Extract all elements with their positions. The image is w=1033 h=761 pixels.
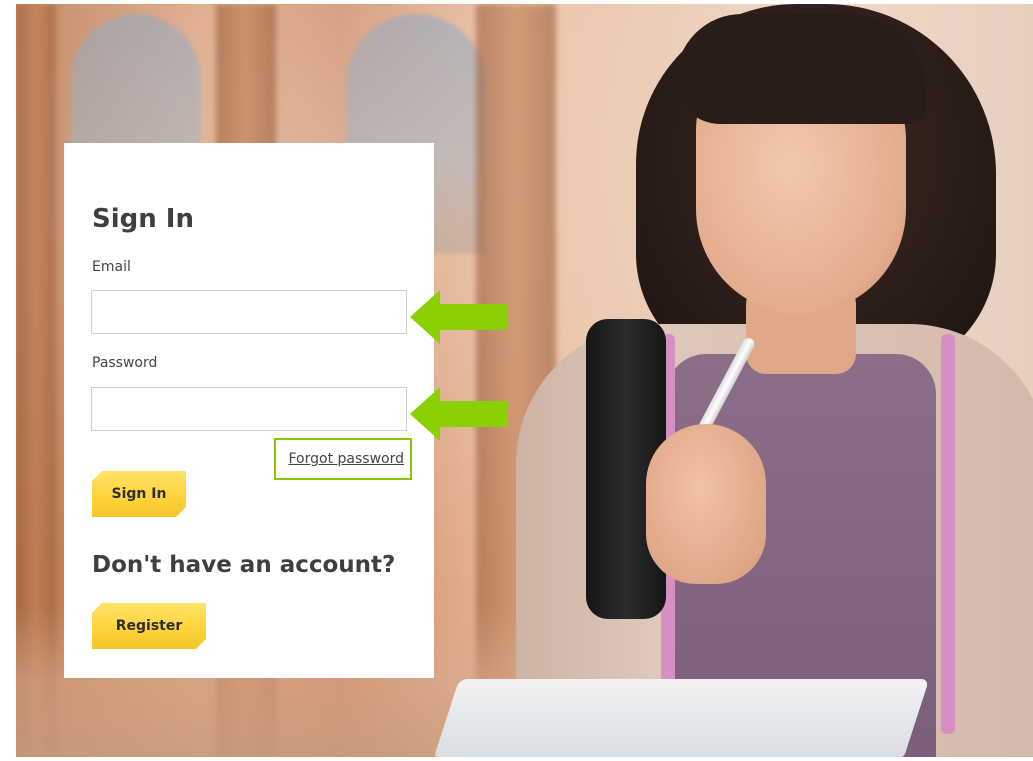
book	[432, 679, 930, 757]
register-button[interactable]: Register	[92, 603, 206, 649]
signin-button[interactable]: Sign In	[92, 471, 186, 517]
bangs	[676, 14, 926, 124]
email-field[interactable]	[91, 290, 407, 334]
forgot-password-highlight: Forgot password	[274, 438, 412, 480]
forgot-password-link[interactable]: Forgot password	[289, 451, 405, 467]
email-arrow-icon	[410, 290, 508, 344]
page: Sign In Email Password Forgot password S…	[0, 0, 1033, 761]
register-heading: Don't have an account?	[92, 552, 396, 578]
password-label: Password	[92, 355, 158, 371]
hand	[646, 424, 766, 584]
student-photo	[432, 4, 1033, 757]
cardigan-trim	[941, 334, 955, 734]
signin-title: Sign In	[92, 204, 194, 234]
email-label: Email	[92, 259, 131, 275]
password-arrow-icon	[410, 387, 508, 441]
password-field[interactable]	[91, 387, 407, 431]
signin-card: Sign In Email Password Forgot password S…	[64, 143, 434, 678]
